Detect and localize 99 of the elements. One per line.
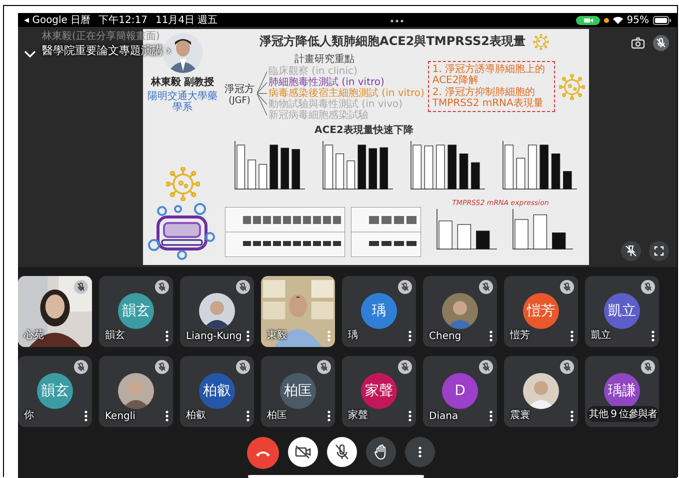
virus-icon bbox=[558, 74, 584, 100]
branch-label: 臨床觀察 (in clinic) bbox=[268, 66, 358, 77]
participant-name: 震寰 bbox=[510, 408, 530, 422]
microphone-off-icon bbox=[334, 444, 348, 460]
finding-text: 1. 淨冠方誘導肺細胞上的ACE2降解 bbox=[432, 64, 546, 86]
avatar-initials: 韻玄 bbox=[37, 373, 73, 409]
participant-tile[interactable]: 韻玄 韻玄 bbox=[99, 276, 173, 347]
participant-tile[interactable]: 家聲 家聲 bbox=[342, 356, 416, 427]
more-icon bbox=[418, 446, 422, 458]
participant-name: 瑀 bbox=[348, 328, 358, 342]
mic-indicator-icon bbox=[604, 18, 609, 22]
participant-name: 家聲 bbox=[348, 408, 368, 422]
fullscreen-icon[interactable] bbox=[649, 241, 669, 261]
camera-icon[interactable] bbox=[631, 37, 645, 49]
camera-button[interactable] bbox=[288, 437, 318, 467]
more-icon[interactable] bbox=[408, 330, 412, 342]
participant-tile[interactable]: 凱立 凱立 bbox=[585, 276, 659, 347]
microphone-button[interactable] bbox=[326, 437, 356, 467]
participant-tile[interactable]: 愷芳 愷芳 bbox=[504, 276, 578, 347]
participant-tile[interactable]: 震寰 bbox=[504, 356, 578, 427]
participant-name: 你 bbox=[24, 409, 34, 422]
more-options-button[interactable] bbox=[404, 437, 434, 467]
bar-chart-drawing bbox=[322, 140, 393, 190]
participant-name: 其他 9 位參與者 bbox=[587, 406, 659, 422]
branch-label: 病毒感染後宿主細胞測試 (in vitro) bbox=[268, 88, 424, 99]
participant-name: 愷芳 bbox=[510, 328, 530, 342]
more-icon[interactable] bbox=[651, 330, 655, 342]
participant-name: 韻玄 bbox=[105, 328, 125, 342]
participant-tile[interactable]: 瑀謙 其他 9 位參與者 bbox=[585, 356, 659, 427]
branch-label: 肺細胞毒性測試 (in vitro) bbox=[268, 77, 386, 88]
status-time: 下午12:17 bbox=[98, 14, 148, 27]
participant-tile[interactable]: Liang-Kung bbox=[180, 276, 254, 347]
presenter-affiliation: 陽明交通大學藥學系 bbox=[146, 91, 218, 113]
bar-chart-drawing bbox=[436, 208, 497, 250]
avatar-initials: 柏叡 bbox=[199, 373, 235, 409]
avatar-initials: 愷芳 bbox=[523, 293, 559, 329]
branch-label: 新冠病毒細胞感染試驗 bbox=[268, 110, 370, 121]
wifi-icon bbox=[612, 16, 623, 24]
participant-name: 柏叡 bbox=[186, 408, 206, 422]
participant-tile[interactable]: 瑀 瑀 bbox=[342, 276, 416, 347]
more-icon[interactable] bbox=[327, 410, 331, 422]
chart-heading: ACE2表現量快速下降 bbox=[314, 124, 414, 137]
muted-mic-icon[interactable] bbox=[653, 35, 669, 51]
cell-drawing bbox=[148, 203, 218, 261]
participant-name: 心苑 bbox=[24, 328, 44, 342]
western-blot-drawing bbox=[350, 207, 420, 257]
more-icon[interactable] bbox=[165, 410, 169, 422]
more-icon[interactable] bbox=[570, 410, 574, 422]
branch-label: 動物試驗與毒性測試 (in vivo) bbox=[268, 99, 404, 110]
back-link[interactable]: ◂ Google 日曆 bbox=[24, 13, 91, 27]
avatar-initials: 家聲 bbox=[361, 373, 397, 409]
virus-icon bbox=[533, 34, 550, 50]
camera-off-icon bbox=[294, 445, 310, 459]
more-icon[interactable] bbox=[246, 410, 250, 422]
more-icon[interactable] bbox=[489, 410, 493, 422]
presenter-name: 林東毅 副教授 bbox=[150, 75, 214, 89]
participant-name: Diana bbox=[429, 411, 458, 422]
bar-chart-drawing bbox=[234, 140, 305, 190]
end-call-button[interactable] bbox=[246, 437, 278, 469]
chevron-down-icon[interactable] bbox=[24, 50, 36, 58]
avatar-initials: 瑀謙 bbox=[604, 373, 640, 409]
avatar-initials: 韻玄 bbox=[118, 293, 154, 329]
unpin-icon[interactable] bbox=[621, 241, 641, 261]
more-icon[interactable] bbox=[246, 330, 250, 342]
avatar-initials: 凱立 bbox=[604, 293, 640, 329]
bar-chart-drawing bbox=[512, 208, 573, 250]
raise-hand-button[interactable] bbox=[366, 437, 396, 467]
participant-tile[interactable]: 韻玄 你 bbox=[18, 356, 92, 427]
participant-tile[interactable]: D Diana bbox=[423, 356, 497, 427]
finding-text: 2. 淨冠方抑制肺細胞的TMPRSS2 mRNA表現量 bbox=[432, 87, 544, 109]
participant-name: Liang-Kung bbox=[186, 331, 242, 342]
more-icon[interactable] bbox=[489, 330, 493, 342]
participant-tile[interactable]: 柏叡 柏叡 bbox=[180, 356, 254, 427]
camera-indicator-icon bbox=[576, 16, 600, 24]
section-heading: 計畫研究重點 bbox=[293, 52, 356, 66]
virus-icon bbox=[166, 167, 200, 201]
more-icon[interactable] bbox=[408, 410, 412, 422]
hand-icon bbox=[374, 444, 388, 460]
more-icon[interactable] bbox=[165, 330, 169, 342]
participant-tile[interactable]: 柏匡 柏匡 bbox=[261, 356, 335, 427]
participant-name: Cheng bbox=[429, 331, 462, 342]
participant-name: 凱立 bbox=[591, 328, 611, 342]
compound-label: (JGF) bbox=[228, 96, 250, 106]
slide-title: 淨冠方降低人類肺細胞ACE2與TMPRSS2表現量 bbox=[260, 33, 526, 50]
avatar-initials: D bbox=[442, 373, 478, 409]
participant-name: 柏匡 bbox=[267, 408, 287, 422]
multitask-dots-icon[interactable] bbox=[390, 18, 404, 22]
more-icon[interactable] bbox=[84, 410, 88, 422]
status-date: 11月4日 週五 bbox=[155, 14, 218, 27]
participant-tile[interactable]: Cheng bbox=[423, 276, 497, 347]
battery-icon bbox=[653, 16, 671, 24]
avatar-initials: 瑀 bbox=[361, 293, 397, 329]
phone-icon bbox=[254, 449, 270, 457]
battery-percent: 95% bbox=[626, 14, 649, 26]
more-icon[interactable] bbox=[570, 330, 574, 342]
avatar-initials: 柏匡 bbox=[280, 373, 316, 409]
participant-name: Kengli bbox=[105, 411, 136, 422]
participant-tile[interactable]: Kengli bbox=[99, 356, 173, 427]
compound-label: 淨冠方 bbox=[224, 82, 254, 96]
